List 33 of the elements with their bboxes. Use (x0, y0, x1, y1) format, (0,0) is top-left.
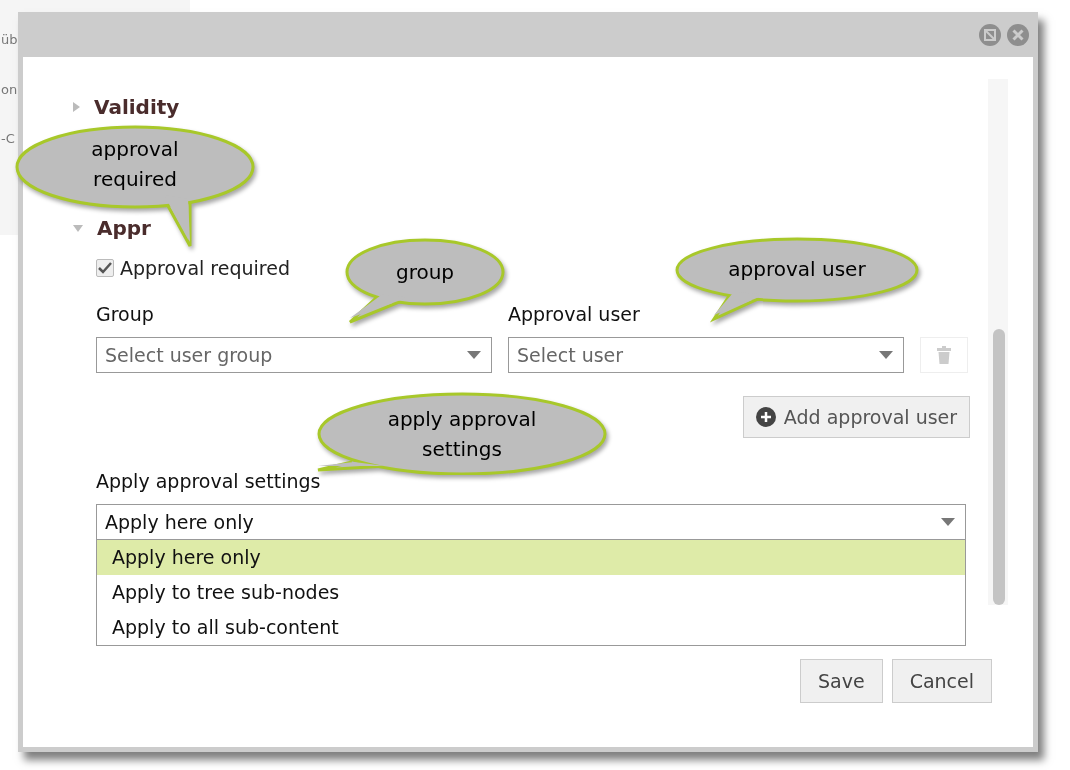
add-approval-user-button[interactable]: Add approval user (743, 396, 970, 438)
caret-icon (879, 351, 893, 359)
caret-icon (941, 518, 955, 526)
callout-text: apply approval settings (386, 406, 538, 463)
delete-button[interactable] (920, 337, 968, 373)
close-icon[interactable] (1007, 23, 1029, 46)
minimize-icon[interactable] (979, 23, 1001, 46)
dropdown-option[interactable]: Apply here only (97, 540, 965, 575)
scrollbar[interactable] (988, 79, 1008, 605)
field-label: Approval user (508, 302, 641, 324)
collapse-triangle-icon[interactable] (73, 224, 83, 232)
checkbox-label[interactable]: Approval required (120, 253, 290, 283)
caret-icon (467, 351, 481, 359)
select-field[interactable]: Select user group (96, 337, 492, 373)
field-label: Group (96, 302, 155, 324)
checkbox[interactable] (96, 259, 114, 277)
dialog-button[interactable]: Save (800, 659, 883, 703)
section-title[interactable]: Validity (94, 92, 180, 122)
callout-text: approval user (727, 256, 867, 283)
background-text: on (0, 80, 16, 99)
select-field[interactable]: Apply here only (96, 504, 966, 540)
expand-triangle-icon[interactable] (73, 102, 80, 112)
dialog-button[interactable]: Cancel (891, 659, 992, 703)
callout-text: approval required (90, 136, 180, 193)
background-text: üb (0, 31, 16, 49)
section-title[interactable]: Appr (97, 213, 151, 243)
background-text: -C (0, 130, 16, 148)
select-field[interactable]: Select user (508, 337, 904, 373)
field-label: Apply approval settings (96, 469, 322, 491)
plus-circle-icon (755, 407, 776, 427)
checkmark-icon (98, 262, 112, 274)
trash-icon (937, 346, 951, 364)
callout-text: group (394, 259, 456, 286)
